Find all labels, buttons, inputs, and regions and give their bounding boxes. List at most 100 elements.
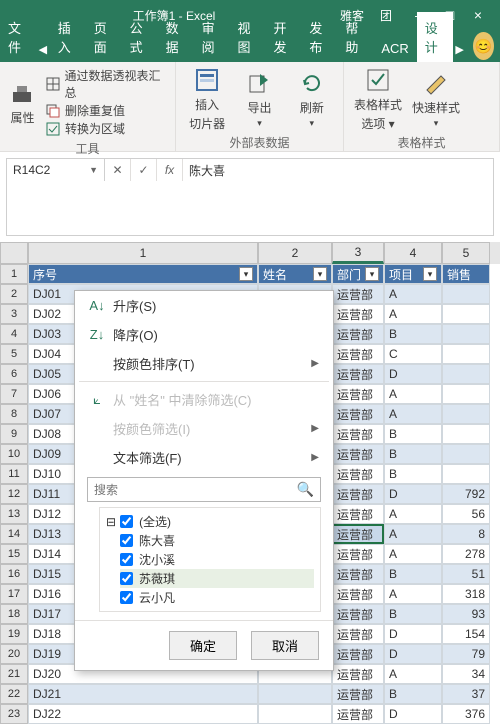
cell-dept[interactable]: 运营部: [332, 584, 384, 604]
cell-sale[interactable]: 8: [442, 524, 490, 544]
row-header[interactable]: 16: [0, 564, 28, 584]
filter-ok-button[interactable]: 确定: [169, 631, 237, 660]
tab-design[interactable]: 设计: [417, 12, 453, 62]
cell-dept[interactable]: 运营部: [332, 404, 384, 424]
cell-sale[interactable]: [442, 284, 490, 304]
styleopt-button[interactable]: 表格样式 选项 ▾: [350, 66, 406, 132]
cell-proj[interactable]: A: [384, 664, 442, 684]
th-sale[interactable]: 销售: [442, 264, 490, 284]
row-header[interactable]: 22: [0, 684, 28, 704]
cell-proj[interactable]: A: [384, 404, 442, 424]
row-header[interactable]: 23: [0, 704, 28, 724]
row-header[interactable]: 14: [0, 524, 28, 544]
filter-check-item[interactable]: 沈小溪: [120, 550, 314, 569]
tab-nav-right-icon[interactable]: ▶: [453, 36, 467, 62]
row-header[interactable]: 15: [0, 544, 28, 564]
row-header[interactable]: 17: [0, 584, 28, 604]
cell-proj[interactable]: A: [384, 284, 442, 304]
filter-search-input[interactable]: [94, 483, 297, 497]
fx-button[interactable]: fx: [157, 159, 183, 181]
row-header[interactable]: 20: [0, 644, 28, 664]
namebox-dropdown-icon[interactable]: ▼: [89, 165, 98, 175]
cell-dept[interactable]: 运营部: [332, 604, 384, 624]
cell-sale[interactable]: [442, 424, 490, 444]
pivot-button[interactable]: 通过数据透视表汇总: [45, 67, 169, 101]
cell-sale[interactable]: 318: [442, 584, 490, 604]
row-header[interactable]: 11: [0, 464, 28, 484]
sort-desc-button[interactable]: Z↓降序(O): [75, 320, 333, 349]
cell-dept[interactable]: 运营部: [332, 484, 384, 504]
filter-check-all[interactable]: ⊟(全选): [106, 512, 314, 531]
select-all-corner[interactable]: [0, 242, 28, 264]
tab-insert[interactable]: 插入: [50, 12, 86, 62]
filter-cancel-button[interactable]: 取消: [251, 631, 319, 660]
cell-dept[interactable]: 运营部: [332, 544, 384, 564]
tab-view[interactable]: 视图: [230, 12, 266, 62]
col-header-4[interactable]: 4: [384, 242, 442, 264]
cell-proj[interactable]: C: [384, 344, 442, 364]
cell-dept[interactable]: 运营部: [332, 424, 384, 444]
namebox-input[interactable]: R14C2 ▼: [7, 159, 105, 181]
tree-toggle-icon[interactable]: ⊟: [106, 515, 116, 529]
refresh-button[interactable]: 刷新 ▾: [287, 66, 337, 132]
cell-sale[interactable]: [442, 324, 490, 344]
cell-sale[interactable]: [442, 444, 490, 464]
col-header-3[interactable]: 3: [332, 242, 384, 264]
cell-dept[interactable]: 运营部: [332, 464, 384, 484]
cancel-formula-button[interactable]: ✕: [105, 159, 131, 181]
cell-proj[interactable]: B: [384, 444, 442, 464]
cell-sale[interactable]: [442, 344, 490, 364]
cell-proj[interactable]: B: [384, 604, 442, 624]
cell-sale[interactable]: 51: [442, 564, 490, 584]
tab-page[interactable]: 页面: [86, 12, 122, 62]
row-header[interactable]: 18: [0, 604, 28, 624]
cell-sale[interactable]: 34: [442, 664, 490, 684]
row-header[interactable]: 19: [0, 624, 28, 644]
cell-sale[interactable]: 79: [442, 644, 490, 664]
formula-input[interactable]: 陈大喜: [183, 159, 493, 181]
cell-sale[interactable]: 93: [442, 604, 490, 624]
cell-sale[interactable]: [442, 364, 490, 384]
filter-check-item[interactable]: 苏薇琪: [120, 569, 314, 588]
cell-proj[interactable]: A: [384, 544, 442, 564]
col-header-5[interactable]: 5: [442, 242, 490, 264]
row-header[interactable]: 3: [0, 304, 28, 324]
filter-search[interactable]: 🔍: [87, 477, 321, 502]
text-filter-button[interactable]: 文本筛选(F)▶: [75, 443, 333, 472]
cell-proj[interactable]: A: [384, 504, 442, 524]
properties-button[interactable]: 属性: [6, 66, 39, 138]
cell-proj[interactable]: D: [384, 364, 442, 384]
cell-sale[interactable]: [442, 384, 490, 404]
export-button[interactable]: 导出 ▾: [234, 66, 284, 132]
cell-sale[interactable]: [442, 304, 490, 324]
sort-color-button[interactable]: 按颜色排序(T)▶: [75, 349, 333, 378]
tab-dev[interactable]: 开发: [265, 12, 301, 62]
cell-dept[interactable]: 运营部: [332, 444, 384, 464]
th-dept[interactable]: 部门▾: [332, 264, 384, 284]
accept-formula-button[interactable]: ✓: [131, 159, 157, 181]
row-header[interactable]: 8: [0, 404, 28, 424]
cell-dept[interactable]: 运营部: [332, 644, 384, 664]
filter-arrow-icon[interactable]: ▾: [365, 267, 379, 281]
col-header-1[interactable]: 1: [28, 242, 258, 264]
tab-help[interactable]: 帮助: [337, 12, 373, 62]
cell-dept[interactable]: 运营部: [332, 524, 384, 544]
filter-check-item[interactable]: 云小凡: [120, 588, 314, 607]
cell-proj[interactable]: A: [384, 584, 442, 604]
cell-dept[interactable]: 运营部: [332, 564, 384, 584]
cell-dept[interactable]: 运营部: [332, 324, 384, 344]
th-proj[interactable]: 项目▾: [384, 264, 442, 284]
cell-sale[interactable]: 376: [442, 704, 490, 724]
th-id[interactable]: 序号▾: [28, 264, 258, 284]
cell-sale[interactable]: [442, 404, 490, 424]
row-header[interactable]: 1: [0, 264, 28, 284]
row-header[interactable]: 6: [0, 364, 28, 384]
cell-dept[interactable]: 运营部: [332, 364, 384, 384]
cell-proj[interactable]: B: [384, 564, 442, 584]
tab-review[interactable]: 审阅: [194, 12, 230, 62]
cell-sale[interactable]: 154: [442, 624, 490, 644]
cell-sale[interactable]: 792: [442, 484, 490, 504]
cell-sale[interactable]: 278: [442, 544, 490, 564]
row-header[interactable]: 5: [0, 344, 28, 364]
tab-acr[interactable]: ACR: [373, 35, 416, 62]
